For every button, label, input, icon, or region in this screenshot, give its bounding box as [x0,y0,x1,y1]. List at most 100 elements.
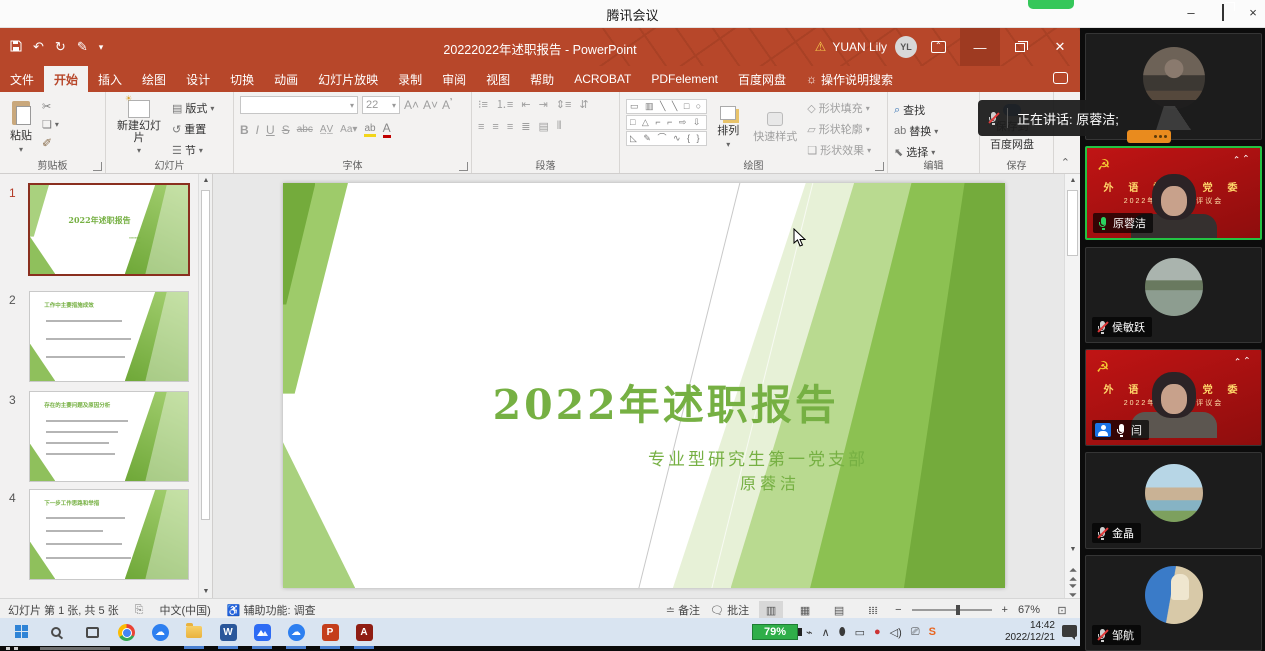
shapes-gallery-row1[interactable]: ▭ ▥ ╲ ╲ □ ○ [626,99,707,114]
taskbar-tencent-meeting[interactable] [250,620,274,644]
task-view-button[interactable] [80,620,104,644]
ppt-minimize-button[interactable]: — [960,28,1000,66]
copy-button[interactable]: ❏▾ [42,118,59,131]
taskbar-cloud-browser-2[interactable]: ☁ [284,620,308,644]
shapes-gallery-row3[interactable]: ◺ ✎ ⌒ ∿ { } [626,131,707,146]
battery-percentage-badge[interactable]: 79% [752,624,798,640]
shadow-button[interactable]: S [282,123,290,137]
scroll-down-icon[interactable]: ▼ [199,588,213,595]
taskbar-clock[interactable]: 14:42 2022/12/21 [985,620,1055,644]
tab-help[interactable]: 帮助 [520,66,564,92]
text-direction-icon[interactable]: ⇵ [579,98,588,111]
fit-to-window-icon[interactable]: ⊡ [1050,601,1074,619]
line-spacing-icon[interactable]: ⇕≡ [556,98,572,111]
slideshow-view-button[interactable]: 𝍖 [861,601,885,619]
meeting-minimize-button[interactable]: – [1178,3,1204,23]
cut-button[interactable]: ✂ [42,100,59,113]
clear-format-icon[interactable]: A𝄒 [442,98,452,113]
outdent-icon[interactable]: ⇤ [521,98,530,111]
notes-display-icon[interactable]: ⎘ [135,604,144,617]
font-name-combo[interactable]: ▾ [240,96,358,114]
normal-view-button[interactable]: ▥ [759,601,783,619]
notification-center-icon[interactable] [1062,625,1077,637]
quick-styles-button[interactable]: 快速样式 [749,96,801,159]
highlight-color-button[interactable]: ab [364,123,375,137]
tab-baidu-netdisk[interactable]: 百度网盘 [728,66,796,92]
format-painter-button[interactable]: ✐ [42,136,59,150]
start-button[interactable] [10,620,34,644]
slide-thumbnail-3[interactable]: 存在的主要问题及原因分析 [30,392,188,481]
scroll-down-icon[interactable]: ▼ [1065,546,1081,553]
notes-toggle[interactable]: ≐ 备注 [666,602,700,618]
meeting-close-button[interactable]: × [1240,3,1265,23]
strikethrough-button[interactable]: abc [297,124,313,135]
slide-canvas[interactable]: 2022年述职报告 专业型研究生第一党支部 原蓉洁 [213,174,1064,598]
tab-design[interactable]: 设计 [176,66,220,92]
tab-animations[interactable]: 动画 [264,66,308,92]
tab-record[interactable]: 录制 [388,66,432,92]
ppt-restore-button[interactable] [1000,28,1040,66]
find-button[interactable]: ⌕查找 [894,102,938,118]
collapse-ribbon-icon[interactable]: ⌃ [1061,156,1070,169]
columns-icon[interactable]: ▤ [538,120,548,133]
new-slide-button[interactable]: 新建幻灯片 ▾ [112,96,166,159]
tab-review[interactable]: 审阅 [432,66,476,92]
battery-icon[interactable]: ▭ [855,626,865,639]
zoom-in-button[interactable]: + [1002,604,1008,616]
italic-button[interactable]: I [256,123,259,137]
shape-effects-button[interactable]: ❑形状效果▾ [807,142,871,158]
account-avatar[interactable]: YL [895,36,917,58]
numbering-icon[interactable]: ⒈≡ [496,96,513,112]
taskbar-chrome[interactable] [114,620,138,644]
zoom-out-button[interactable]: − [895,604,901,616]
tab-transitions[interactable]: 切换 [220,66,264,92]
align-center-icon[interactable]: ≡ [492,121,498,133]
slide-thumbnail-1[interactable]: 2022年述职报告 ▪▪▪▪▪▪▪▪▪▪▪ [30,185,188,274]
smartart-convert-icon[interactable]: ⫴ [557,120,562,133]
shapes-gallery-row2[interactable]: □ △ ⌐ ⌐ ⇨ ⇩ [626,115,707,130]
reading-view-button[interactable]: ▤ [827,601,851,619]
accessibility-status[interactable]: ♿ 辅助功能: 调查 [227,602,316,618]
taskbar-acrobat[interactable]: A [352,620,376,644]
video-tile-zou-hang[interactable]: 邹航 [1085,555,1262,651]
comments-bubble-icon[interactable] [1053,72,1068,84]
taskbar-search-button[interactable] [44,620,68,644]
underline-button[interactable]: U [266,123,275,137]
paste-button[interactable]: 粘贴 ▾ [6,96,36,159]
tab-draw[interactable]: 绘图 [132,66,176,92]
tab-acrobat[interactable]: ACROBAT [564,66,641,92]
main-scroll-thumb[interactable] [1067,190,1078,256]
scroll-up-icon[interactable]: ▲ [1065,177,1081,184]
taskbar-file-explorer[interactable] [182,620,206,644]
replace-button[interactable]: ab替换▾ [894,123,938,139]
font-dialog-launcher[interactable] [459,162,468,171]
taskbar-word[interactable]: W [216,620,240,644]
change-case-button[interactable]: Aa▾ [340,124,357,135]
video-tile-yan[interactable]: ☭ ⌃⌃ 外 语 学 院 党 委 2022年度党支部 评议会 2022年12月 … [1085,349,1262,446]
tab-pdfelement[interactable]: PDFelement [641,66,728,92]
sogou-input-icon[interactable]: S [929,626,936,638]
zoom-level[interactable]: 67% [1018,604,1040,616]
slide-thumbnail-2[interactable]: 工作中主要措施成效 [30,292,188,381]
language-indicator[interactable]: 中文(中国) [159,602,210,618]
zoom-slider-thumb[interactable] [956,605,960,615]
panel-scrollbar[interactable]: ▲ ▼ [198,174,212,598]
slide-thumbnail-4[interactable]: 下一步工作思路和举措 [30,490,188,579]
mic-tray-icon[interactable]: ⬮ [839,626,846,639]
shape-outline-button[interactable]: ▱形状轮廓▾ [807,121,871,137]
cast-icon[interactable]: ⎚ [911,626,920,639]
main-scrollbar[interactable]: ▲ ▼ ⏶⏶ ⏷⏷ [1064,174,1080,598]
panel-scroll-thumb[interactable] [201,190,210,520]
comments-toggle[interactable]: 🗨 批注 [710,602,749,618]
zoom-slider[interactable] [912,609,992,611]
tell-me-search[interactable]: ☼ 操作说明搜索 [796,66,903,92]
taskbar-cloud-browser[interactable]: ☁ [148,620,172,644]
usb-icon[interactable]: ⌁ [806,626,813,639]
tray-expand-icon[interactable]: ∧ [822,626,830,639]
indent-icon[interactable]: ⇥ [539,98,548,111]
current-slide[interactable]: 2022年述职报告 专业型研究生第一党支部 原蓉洁 [283,183,1005,588]
increase-font-icon[interactable]: A˄ [404,98,419,112]
drawing-dialog-launcher[interactable] [875,162,884,171]
speaker-icon[interactable]: ◁) [890,626,902,639]
font-color-button[interactable]: A [383,121,391,138]
